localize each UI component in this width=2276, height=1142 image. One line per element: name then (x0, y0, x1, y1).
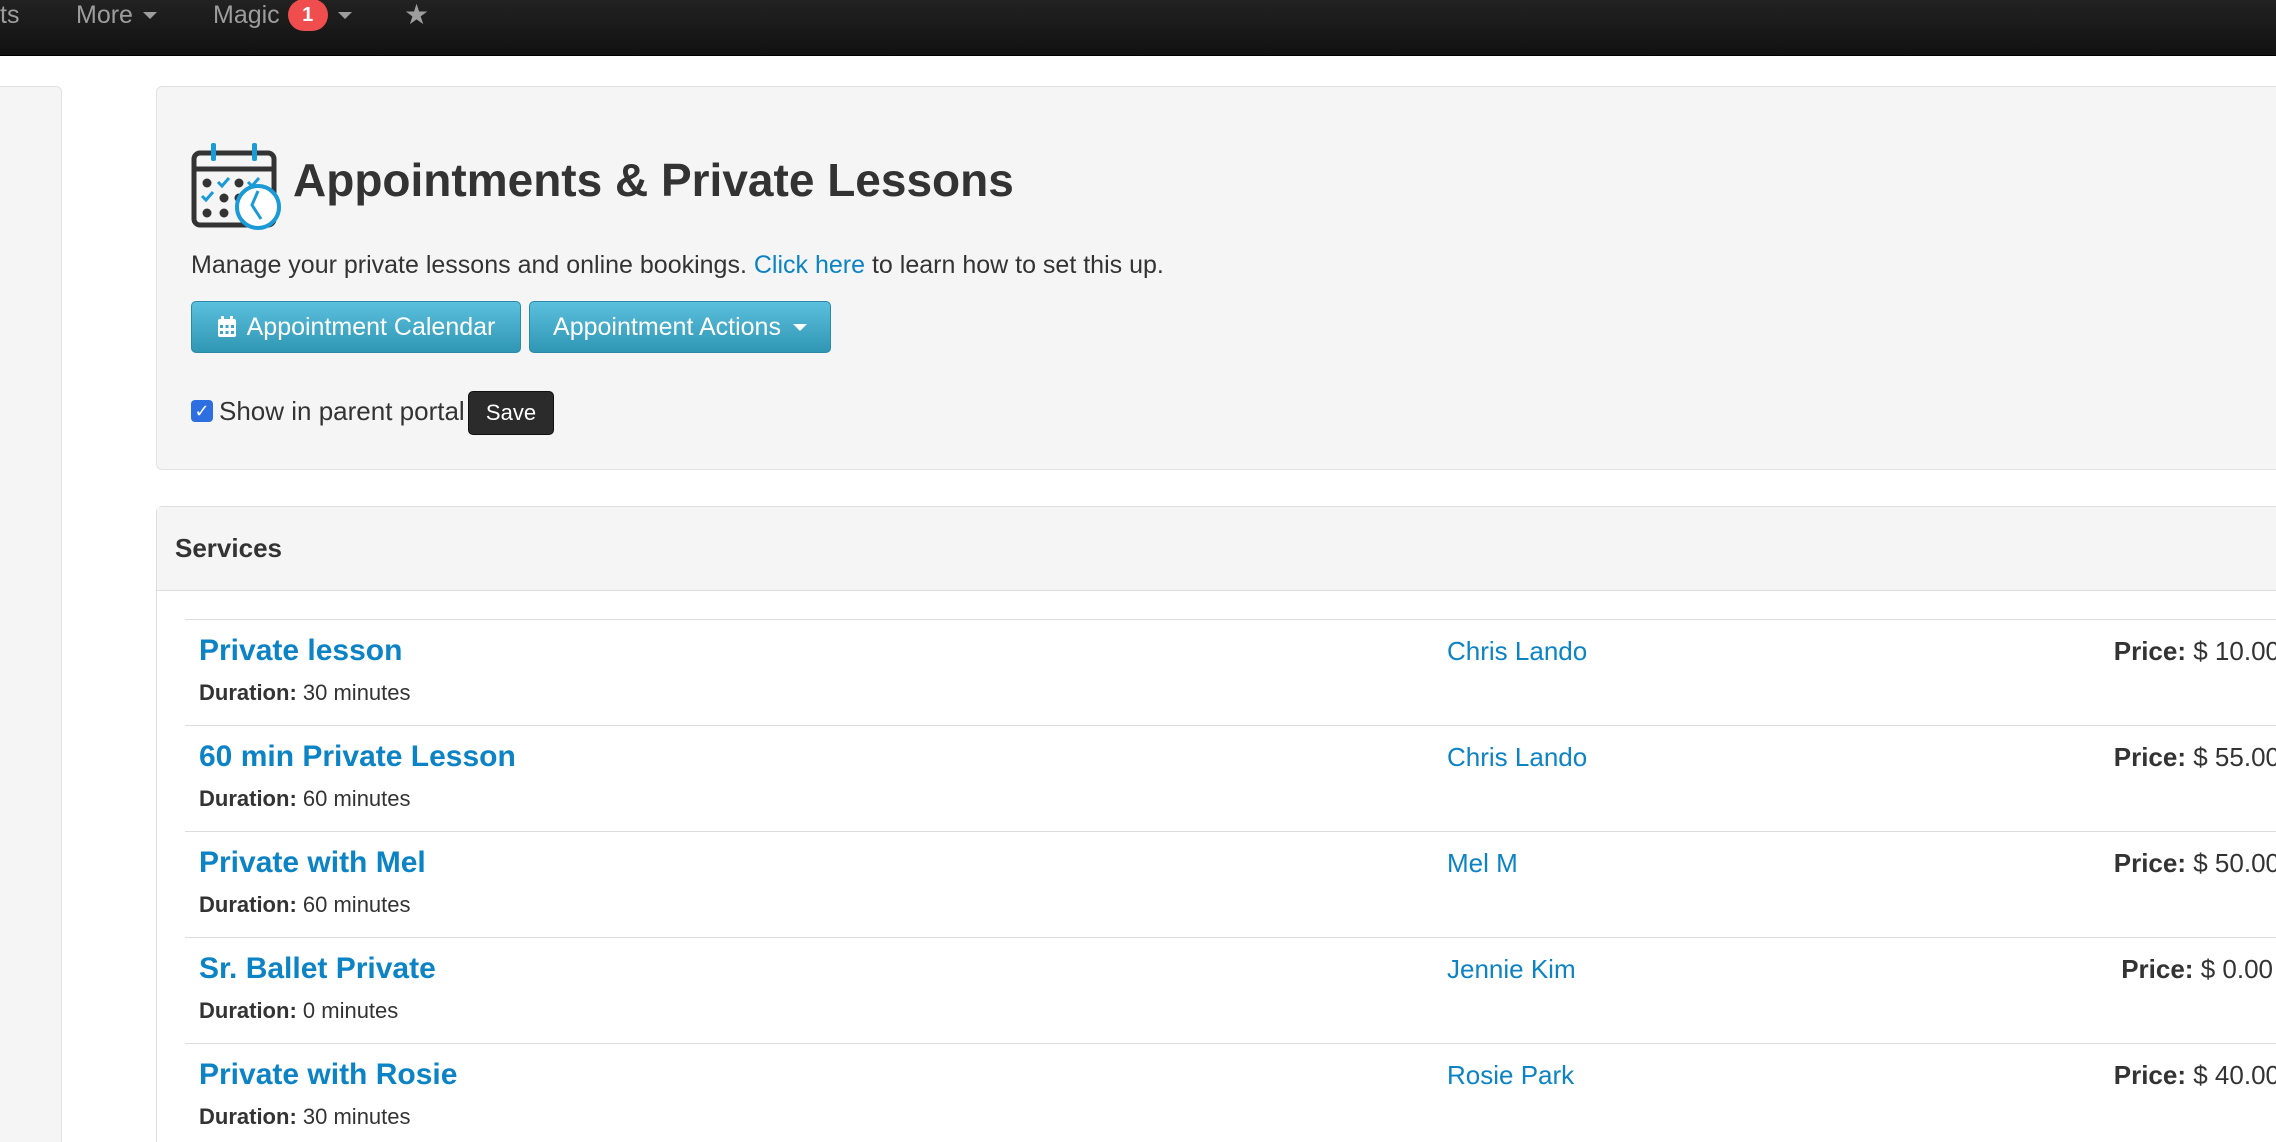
notification-badge: 1 (287, 0, 328, 31)
service-price: Price: $ 10.00 (2020, 636, 2276, 667)
duration-label: Duration: (199, 680, 297, 705)
service-staff-link[interactable]: Mel M (1447, 848, 1518, 879)
price-label: Price: (2113, 636, 2187, 666)
service-duration: Duration: 60 minutes (199, 892, 411, 918)
services-panel: Services Private lesson Duration: 30 min… (156, 506, 2276, 1142)
duration-value: 60 minutes (302, 892, 411, 917)
caret-down-icon (337, 11, 352, 19)
service-name-link[interactable]: Private with Mel (199, 846, 426, 880)
service-price: Price: $ 50.00 (2020, 848, 2276, 879)
show-in-portal-checkbox[interactable]: ✓ (191, 400, 213, 422)
price-value: $ 40.00 (2193, 1060, 2276, 1090)
duration-value: 60 minutes (302, 786, 411, 811)
list-item: Private with Rosie Duration: 30 minutes … (185, 1043, 2276, 1142)
help-link[interactable]: Click here (754, 251, 865, 279)
show-in-portal-label: Show in parent portal (219, 395, 465, 426)
nav-magic-label: Magic (213, 1, 280, 29)
service-duration: Duration: 60 minutes (199, 786, 411, 812)
service-staff-link[interactable]: Jennie Kim (1447, 954, 1576, 985)
price-label: Price: (2113, 848, 2187, 878)
service-name-link[interactable]: Private lesson (199, 634, 402, 668)
list-item: Private lesson Duration: 30 minutes Chri… (185, 619, 2276, 725)
nav-more-dropdown[interactable]: More (76, 0, 157, 30)
duration-label: Duration: (199, 1104, 297, 1129)
list-item: Sr. Ballet Private Duration: 0 minutes J… (185, 937, 2276, 1043)
duration-value: 30 minutes (302, 680, 411, 705)
service-duration: Duration: 30 minutes (199, 1104, 411, 1130)
service-duration: Duration: 30 minutes (199, 680, 411, 706)
service-staff-link[interactable]: Chris Lando (1447, 636, 1587, 667)
service-price: Price: $ 0.00 (2013, 954, 2273, 985)
service-price: Price: $ 55.00 (2020, 742, 2276, 773)
nav-item-partial[interactable]: ts (0, 0, 19, 30)
price-label: Price: (2121, 954, 2194, 984)
nav-favorites-button[interactable]: ★ (404, 0, 429, 30)
star-icon: ★ (404, 0, 430, 30)
appointment-calendar-label: Appointment Calendar (246, 312, 496, 341)
service-duration: Duration: 0 minutes (199, 998, 398, 1024)
page-title: Appointments & Private Lessons (293, 154, 1014, 206)
services-list: Private lesson Duration: 30 minutes Chri… (185, 619, 2276, 1142)
list-item: Private with Mel Duration: 60 minutes Me… (185, 831, 2276, 937)
price-label: Price: (2113, 1060, 2187, 1090)
price-value: $ 0.00 (2200, 954, 2273, 984)
header-well: Appointments & Private Lessons Manage yo… (156, 86, 2276, 470)
duration-label: Duration: (199, 786, 297, 811)
appointment-calendar-button[interactable]: Appointment Calendar (191, 301, 521, 353)
service-staff-link[interactable]: Chris Lando (1447, 742, 1587, 773)
appointment-actions-label: Appointment Actions (553, 312, 781, 341)
subtitle-text: Manage your private lessons and online b… (191, 251, 747, 279)
appointment-actions-dropdown[interactable]: Appointment Actions (529, 301, 831, 353)
list-item: 60 min Private Lesson Duration: 60 minut… (185, 725, 2276, 831)
service-price: Price: $ 40.00 (2020, 1060, 2276, 1091)
service-name-link[interactable]: Private with Rosie (199, 1058, 457, 1092)
top-navbar: ts More Magic 1 ★ (0, 0, 2276, 56)
price-label: Price: (2113, 742, 2187, 772)
left-sidebar-well (0, 86, 62, 1142)
duration-value: 0 minutes (302, 998, 399, 1023)
save-button[interactable]: Save (468, 391, 554, 435)
nav-more-label: More (76, 1, 133, 29)
caret-down-icon (142, 11, 157, 19)
caret-down-icon (792, 323, 807, 331)
services-heading: Services (157, 507, 2276, 591)
page-subtitle: Manage your private lessons and online b… (191, 251, 1164, 280)
portal-checkbox-row: ✓ Show in parent portal (191, 391, 465, 431)
nav-item-partial-label: ts (0, 1, 20, 29)
service-name-link[interactable]: Sr. Ballet Private (199, 952, 436, 986)
calendar-icon (217, 316, 236, 337)
price-value: $ 50.00 (2193, 848, 2276, 878)
service-staff-link[interactable]: Rosie Park (1447, 1060, 1574, 1091)
price-value: $ 55.00 (2193, 742, 2276, 772)
nav-magic-dropdown[interactable]: Magic 1 (213, 0, 352, 31)
price-value: $ 10.00 (2193, 636, 2276, 666)
subtitle-text-after: to learn how to set this up. (871, 251, 1164, 279)
duration-value: 30 minutes (302, 1104, 411, 1129)
calendar-clock-icon (191, 143, 281, 230)
service-name-link[interactable]: 60 min Private Lesson (199, 740, 516, 774)
duration-label: Duration: (199, 998, 297, 1023)
duration-label: Duration: (199, 892, 297, 917)
